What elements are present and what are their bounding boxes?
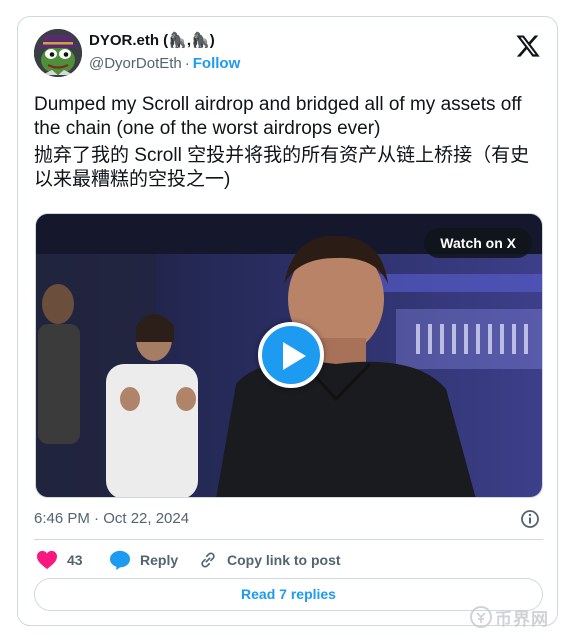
watch-on-x-button[interactable]: Watch on X bbox=[424, 228, 532, 258]
like-button[interactable]: 43 bbox=[36, 548, 83, 572]
reply-bubble-icon bbox=[109, 550, 131, 570]
link-icon bbox=[201, 552, 215, 568]
author-display-name[interactable]: DYOR.eth (🦍,🦍) bbox=[89, 31, 215, 51]
reply-label: Reply bbox=[140, 552, 179, 568]
timestamp-row: 6:46 PM · Oct 22, 2024 bbox=[34, 509, 543, 531]
separator-dot: · bbox=[184, 55, 190, 72]
like-count: 43 bbox=[67, 552, 83, 568]
watermark: 币界网 bbox=[470, 604, 549, 630]
play-icon bbox=[283, 342, 306, 370]
copy-link-button[interactable]: Copy link to post bbox=[198, 548, 341, 572]
info-icon[interactable] bbox=[520, 509, 540, 529]
avatar[interactable] bbox=[34, 29, 82, 77]
tweet-text-english: Dumped my Scroll airdrop and bridged all… bbox=[34, 94, 522, 139]
tweet-timestamp[interactable]: 6:46 PM · Oct 22, 2024 bbox=[34, 510, 189, 527]
action-bar: 43 Reply Copy link to post bbox=[34, 548, 543, 574]
watermark-text: 币界网 bbox=[495, 609, 549, 629]
tweet-card: DYOR.eth (🦍,🦍) @DyorDotEth · Follow Dumped… bbox=[17, 16, 558, 626]
pepe-frog-avatar-icon bbox=[34, 29, 82, 77]
read-replies-button[interactable]: Read 7 replies bbox=[34, 578, 543, 611]
play-button[interactable] bbox=[258, 322, 324, 388]
coin-logo-icon bbox=[470, 606, 492, 628]
author-handle[interactable]: @DyorDotEth bbox=[89, 55, 182, 72]
x-logo-icon[interactable] bbox=[515, 33, 541, 59]
author-handle-row: @DyorDotEth · Follow bbox=[89, 54, 240, 74]
heart-icon bbox=[37, 550, 57, 570]
reply-button[interactable]: Reply bbox=[109, 548, 178, 572]
copy-link-label: Copy link to post bbox=[227, 552, 341, 568]
tweet-header: DYOR.eth (🦍,🦍) @DyorDotEth · Follow bbox=[34, 29, 543, 79]
author-names: DYOR.eth (🦍,🦍) @DyorDotEth · Follow bbox=[89, 31, 240, 74]
tweet-text-chinese: 抛弃了我的 Scroll 空投并将我的所有资产从链上桥接（有史以来最糟糕的空投之… bbox=[34, 145, 530, 190]
follow-button[interactable]: Follow bbox=[193, 55, 241, 72]
divider bbox=[34, 539, 543, 540]
tweet-text: Dumped my Scroll airdrop and bridged all… bbox=[34, 93, 539, 195]
video-player[interactable]: Watch on X bbox=[35, 213, 543, 498]
